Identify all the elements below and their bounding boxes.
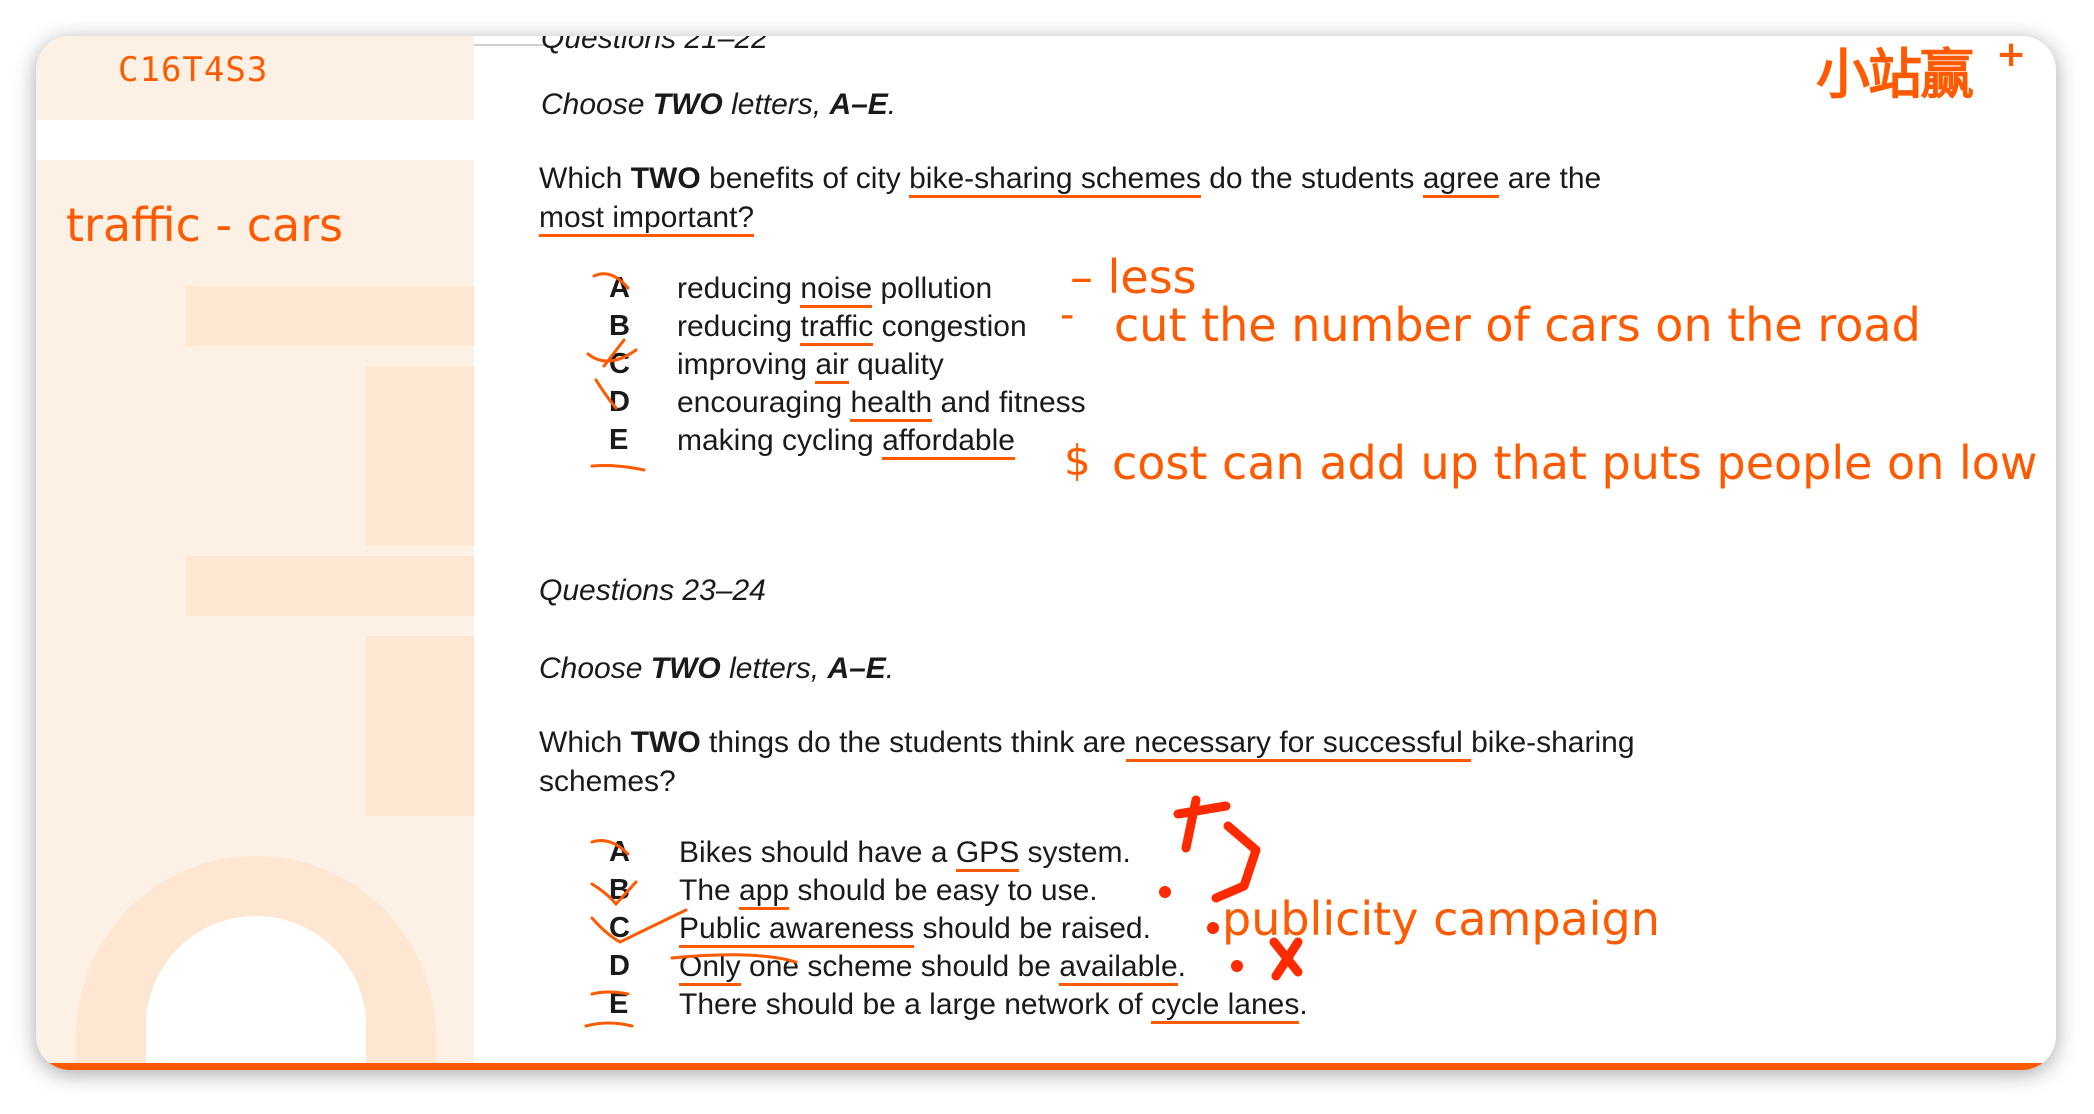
bottom-accent-bar: [36, 1063, 2056, 1070]
document-card: C16T4S3 traffic - cars Questions 21–22 小…: [36, 36, 2056, 1070]
dot-mark: [1159, 886, 1171, 898]
tick-mark: [594, 378, 618, 410]
tick-mark: [590, 839, 630, 856]
cross-mark: [1269, 937, 1303, 981]
handwritten-marks: [584, 272, 1303, 1028]
tick-mark: [590, 908, 688, 944]
underline-mark: [590, 464, 646, 472]
underline-mark: [670, 953, 798, 964]
underline-mark: [584, 1021, 634, 1028]
tick-mark: [592, 272, 630, 290]
cross-mark: [1173, 795, 1261, 903]
dot-mark: [1207, 922, 1219, 934]
tick-mark: [590, 880, 638, 907]
tick-mark: [586, 338, 638, 368]
underline-mark: [590, 990, 630, 996]
dot-mark: [1231, 960, 1243, 972]
